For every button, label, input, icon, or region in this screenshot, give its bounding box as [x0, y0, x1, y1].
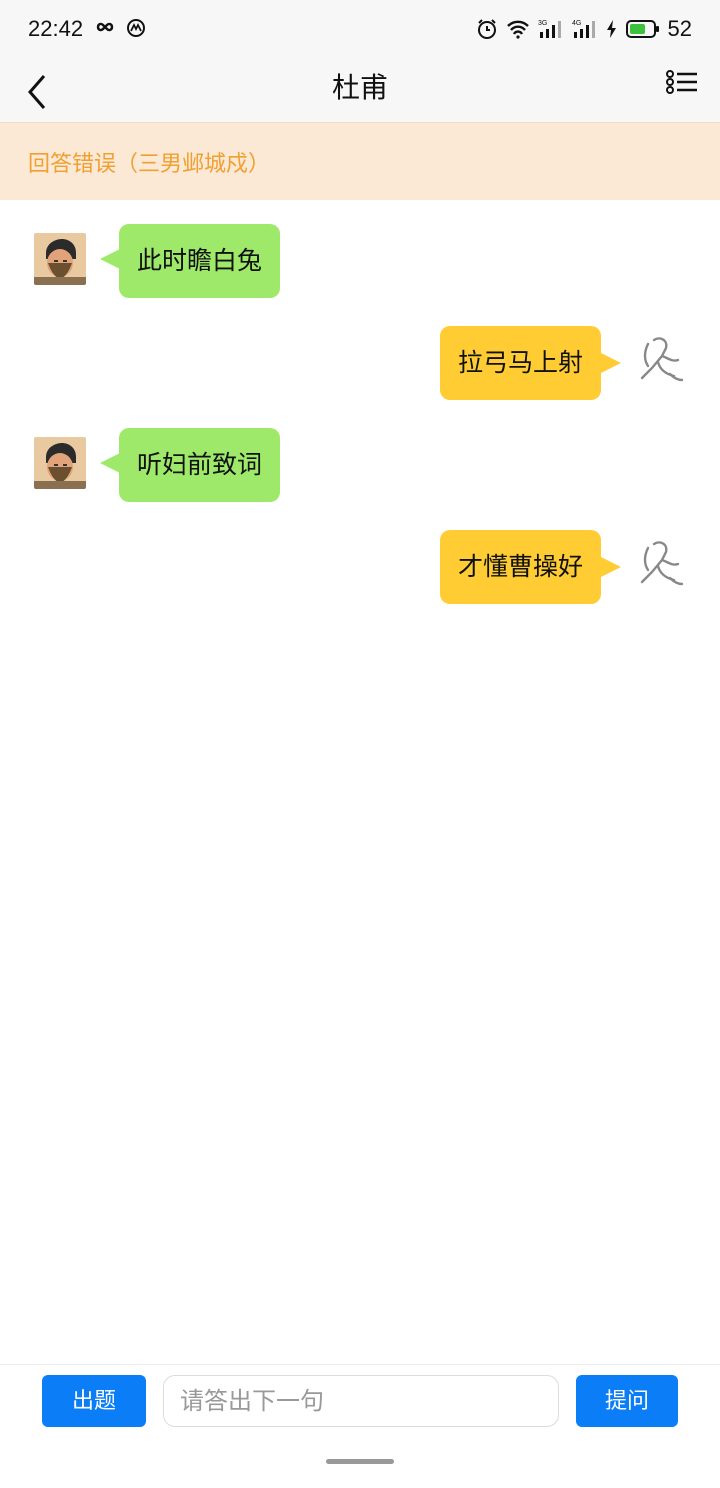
- result-banner-text: 回答错误（三男邺城戍）: [28, 152, 271, 177]
- avatar-user: [636, 538, 686, 592]
- alarm-icon: [477, 19, 496, 39]
- menu-button[interactable]: [662, 66, 702, 106]
- chat-bubble: 听妇前致词: [119, 428, 281, 502]
- charging-icon: [606, 20, 616, 38]
- bubble-tail: [100, 249, 120, 269]
- status-time: 22:42: [28, 16, 84, 41]
- bottom-bar: 出题 提问: [0, 1364, 720, 1488]
- chat-bubble: 拉弓马上射: [439, 326, 601, 400]
- ask-button[interactable]: 提问: [576, 1375, 678, 1427]
- question-button[interactable]: 出题: [42, 1375, 146, 1427]
- infinity-icon: [96, 22, 114, 32]
- bubble-tail: [100, 453, 120, 473]
- bubble-tail: [601, 557, 621, 577]
- avatar-dufu: [34, 233, 86, 285]
- page-title: 杜甫: [331, 71, 388, 104]
- bubble-tail: [601, 353, 621, 373]
- signal-3g-icon: 3G: [538, 20, 561, 38]
- nav-bar: 杜甫: [0, 60, 720, 122]
- chat-area: 此时瞻白兔 拉弓马上射 听妇前致词 才懂曹操好: [0, 200, 720, 1364]
- svg-text:3G: 3G: [538, 20, 547, 27]
- signal-4g-icon: 4G: [572, 20, 595, 38]
- battery-icon: [625, 20, 659, 38]
- svg-text:4G: 4G: [572, 20, 581, 27]
- notification-icon: [127, 19, 145, 37]
- answer-input[interactable]: [163, 1375, 559, 1427]
- status-right-icons: 3G 4G 52: [476, 16, 692, 42]
- battery-percent: 52: [667, 16, 692, 41]
- status-left-icons: [92, 18, 146, 38]
- avatar-dufu: [34, 437, 86, 489]
- chat-bubble: 此时瞻白兔: [119, 224, 281, 298]
- status-bar: 22:42 3G 4G 52: [0, 0, 720, 60]
- result-banner: 回答错误（三男邺城戍）: [0, 122, 720, 200]
- wifi-icon: [506, 20, 529, 39]
- avatar-user: [636, 334, 686, 388]
- home-indicator[interactable]: [326, 1459, 394, 1464]
- list-icon: [666, 70, 697, 94]
- chat-bubble: 才懂曹操好: [439, 530, 601, 604]
